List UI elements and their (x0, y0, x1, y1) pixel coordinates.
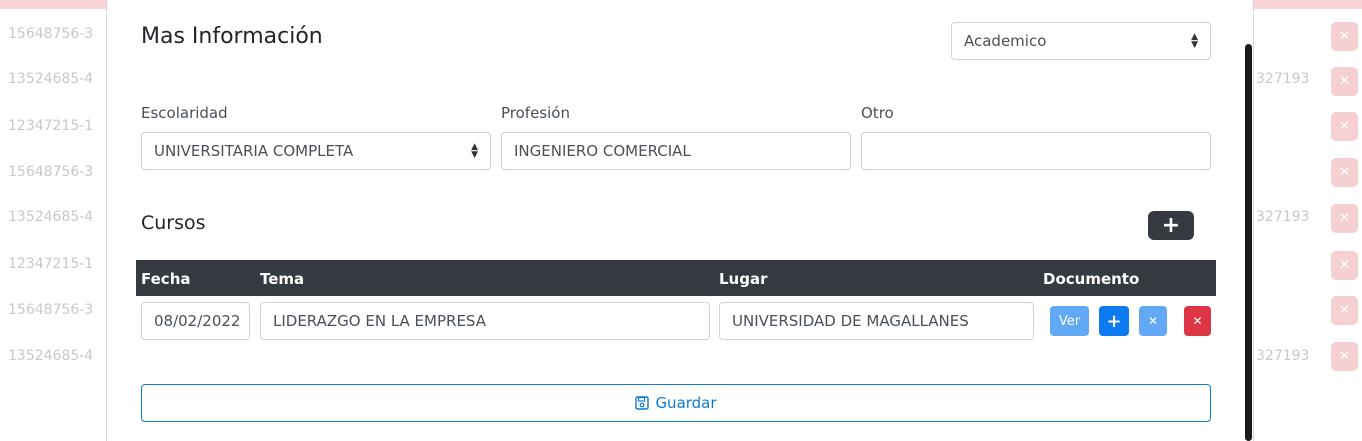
profesion-label: Profesión (501, 104, 570, 122)
upload-document-button[interactable]: + (1099, 306, 1129, 336)
background-header-strip (1254, 0, 1362, 9)
background-rut: 13524685-4 (8, 71, 94, 87)
background-delete-button[interactable]: ✕ (1331, 158, 1358, 187)
plus-icon: + (1106, 310, 1122, 332)
category-select[interactable]: Academico ▲ ▼ (951, 22, 1211, 60)
escolaridad-label: Escolaridad (141, 104, 228, 122)
delete-course-button[interactable]: ✕ (1184, 306, 1211, 336)
column-header-tema: Tema (260, 270, 305, 288)
view-document-button[interactable]: Ver (1050, 306, 1089, 336)
background-delete-button[interactable]: ✕ (1331, 112, 1358, 141)
background-delete-button[interactable]: ✕ (1331, 22, 1358, 51)
background-header-strip (0, 0, 106, 9)
column-header-documento: Documento (1043, 270, 1140, 288)
escolaridad-select[interactable]: UNIVERSITARIA COMPLETA ▲ ▼ (141, 132, 491, 170)
plus-icon: + (1161, 213, 1181, 238)
column-header-fecha: Fecha (141, 270, 191, 288)
background-rut: 12347215-1 (8, 118, 94, 134)
background-delete-button[interactable]: ✕ (1331, 204, 1358, 233)
background-phone: 327193 (1256, 209, 1310, 225)
background-phone: 327193 (1256, 348, 1310, 364)
course-date-input[interactable]: 08/02/2022 (141, 302, 250, 340)
background-rut: 13524685-4 (8, 348, 94, 364)
remove-document-button[interactable]: ✕ (1139, 306, 1167, 336)
escolaridad-select-value: UNIVERSITARIA COMPLETA (154, 142, 354, 160)
save-button[interactable]: Guardar (141, 384, 1211, 422)
background-rut: 15648756-3 (8, 26, 94, 42)
close-icon: ✕ (1192, 314, 1203, 328)
column-header-lugar: Lugar (719, 270, 768, 288)
background-delete-button[interactable]: ✕ (1331, 296, 1358, 325)
modal-scrollbar[interactable] (1245, 44, 1252, 441)
course-place-input[interactable]: UNIVERSIDAD DE MAGALLANES (719, 302, 1034, 340)
category-select-value: Academico (964, 32, 1047, 50)
select-caret-icon: ▲ ▼ (471, 142, 478, 160)
select-caret-icon: ▲ ▼ (1191, 32, 1198, 50)
background-delete-button[interactable]: ✕ (1331, 342, 1358, 371)
add-course-button[interactable]: + (1148, 211, 1194, 240)
background-delete-button[interactable]: ✕ (1331, 251, 1358, 280)
modal-title: Mas Información (141, 24, 323, 49)
otro-label: Otro (861, 104, 894, 122)
info-modal (106, 0, 1254, 441)
course-topic-input[interactable]: LIDERAZGO EN LA EMPRESA (260, 302, 710, 340)
otro-input[interactable] (861, 132, 1211, 170)
close-icon: ✕ (1147, 314, 1159, 328)
cursos-heading: Cursos (141, 212, 206, 234)
background-rut: 13524685-4 (8, 209, 94, 225)
background-rut: 12347215-1 (8, 256, 94, 272)
background-rut: 15648756-3 (8, 302, 94, 318)
floppy-disk-icon (635, 396, 650, 410)
background-delete-button[interactable]: ✕ (1331, 67, 1358, 96)
save-button-label: Guardar (655, 394, 717, 412)
profesion-input[interactable]: INGENIERO COMERCIAL (501, 132, 851, 170)
background-rut: 15648756-3 (8, 164, 94, 180)
background-phone: 327193 (1256, 71, 1310, 87)
